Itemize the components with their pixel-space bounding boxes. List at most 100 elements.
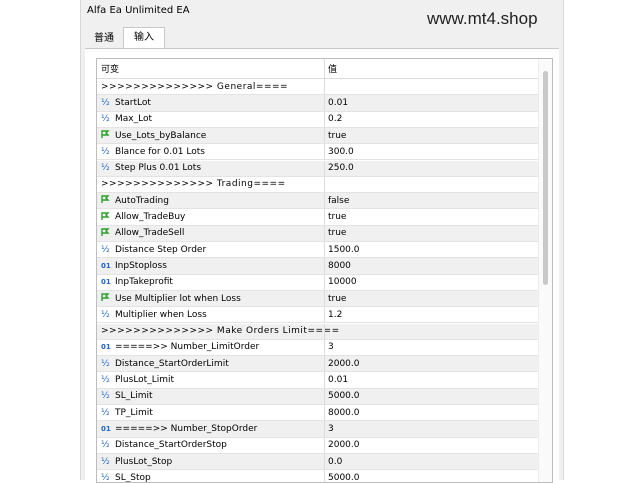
parameter-value-cell[interactable]: 300.0 (324, 144, 538, 160)
parameter-value-cell[interactable]: 0.2 (324, 111, 538, 127)
watermark-text: www.mt4.shop (427, 9, 538, 28)
parameter-row[interactable]: 01 =====>> Number_LimitOrder 3 (97, 339, 552, 357)
double-type-icon: ½ (101, 358, 110, 369)
parameter-name: Allow_TradeSell (115, 228, 185, 239)
double-type-icon: ½ (101, 309, 110, 320)
parameter-name-cell: ½ TP_Limit (101, 405, 321, 420)
parameter-name-cell: ½ SL_Limit (101, 389, 321, 404)
double-type-icon: ½ (101, 163, 110, 174)
parameter-name: Distance_StartOrderStop (115, 440, 227, 451)
parameter-row[interactable]: 01 =====>> Number_StopOrder 3 (97, 421, 552, 438)
parameter-value-cell[interactable]: true (324, 127, 538, 144)
parameter-row[interactable]: ½ TP_Limit 8000.0 (97, 405, 552, 422)
parameter-name: SL_Stop (115, 472, 151, 483)
parameter-value-cell[interactable] (324, 323, 538, 339)
parameter-row[interactable]: AutoTrading false (97, 193, 552, 210)
parameter-value-cell[interactable]: 0.01 (324, 95, 538, 111)
vertical-scrollbar[interactable] (538, 59, 552, 482)
parameter-value-cell[interactable]: false (324, 193, 538, 209)
section-separator-row[interactable]: >>>>>>>>>>>>>> General==== (97, 79, 552, 96)
tab-common[interactable]: 普通 (85, 30, 123, 47)
parameter-row[interactable]: ½ Step Plus 0.01 Lots 250.0 (97, 160, 552, 177)
parameter-value-cell[interactable] (324, 176, 538, 193)
parameter-row[interactable]: Allow_TradeSell true (97, 225, 552, 242)
parameter-name-cell: 01 InpStoploss (101, 258, 321, 273)
parameter-value-cell[interactable]: true (324, 290, 538, 307)
parameter-value-cell[interactable]: 1.2 (324, 307, 538, 323)
parameter-value-cell[interactable]: 8000 (324, 258, 538, 274)
parameter-name-cell: 01 InpTakeprofit (101, 275, 321, 290)
parameter-name: Use_Lots_byBalance (115, 130, 207, 141)
parameter-value-cell[interactable]: 8000.0 (324, 405, 538, 421)
parameter-name: Max_Lot (115, 114, 152, 125)
parameter-row[interactable]: 01 InpTakeprofit 10000 (97, 274, 552, 291)
section-separator-row[interactable]: >>>>>>>>>>>>>> Make Orders Limit==== (97, 323, 552, 340)
column-header-variable[interactable]: 可变 (101, 59, 321, 78)
parameter-value-cell[interactable]: 0.0 (324, 453, 538, 470)
parameter-row[interactable]: ½ SL_Stop 5000.0 (97, 470, 552, 483)
parameter-name-cell: Allow_TradeBuy (101, 209, 321, 224)
parameter-value-cell[interactable]: 5000.0 (324, 388, 538, 404)
section-separator-row[interactable]: >>>>>>>>>>>>>> Trading==== (97, 176, 552, 194)
parameter-name: =====>> Number_LimitOrder (115, 342, 260, 353)
parameter-value-cell[interactable]: 250.0 (324, 160, 538, 176)
bool-flag-icon (101, 211, 114, 223)
parameter-name: Allow_TradeBuy (115, 212, 186, 223)
parameter-name-cell: ½ Blance for 0.01 Lots (101, 144, 321, 159)
double-type-icon: ½ (101, 146, 110, 157)
parameter-value-cell[interactable]: 2000.0 (324, 437, 538, 453)
parameter-name-cell: ½ Distance_StartOrderLimit (101, 356, 321, 371)
column-header-value[interactable]: 值 (324, 59, 538, 78)
double-type-icon: ½ (101, 375, 110, 386)
bool-flag-icon (101, 130, 114, 141)
double-type-icon: ½ (101, 407, 110, 418)
parameter-row[interactable]: 01 InpStoploss 8000 (97, 258, 552, 275)
parameter-value-cell[interactable]: 5000.0 (324, 470, 538, 482)
parameter-name: AutoTrading (115, 195, 169, 206)
parameter-name: Blance for 0.01 Lots (115, 146, 205, 157)
parameter-row[interactable]: ½ PlusLot_Stop 0.0 (97, 453, 552, 471)
parameter-value-cell[interactable]: true (324, 209, 538, 225)
parameter-row[interactable]: ½ PlusLot_Limit 0.01 (97, 372, 552, 389)
parameter-name-cell: >>>>>>>>>>>>>> General==== (101, 79, 321, 94)
inputs-grid: 可变 值 >>>>>>>>>>>>>> General==== ½ StartLot… (96, 58, 553, 483)
integer-type-icon: 01 (101, 278, 111, 287)
parameter-row[interactable]: ½ Blance for 0.01 Lots 300.0 (97, 144, 552, 161)
parameter-name: Step Plus 0.01 Lots (115, 163, 202, 174)
parameter-row[interactable]: ½ Max_Lot 0.2 (97, 111, 552, 128)
parameter-name: Multiplier when Loss (115, 309, 207, 320)
integer-type-icon: 01 (101, 424, 111, 433)
parameter-value-cell[interactable]: 3 (324, 339, 538, 356)
parameter-row[interactable]: ½ SL_Limit 5000.0 (97, 388, 552, 405)
parameter-row[interactable]: ½ Multiplier when Loss 1.2 (97, 307, 552, 324)
parameter-row[interactable]: ½ Distance_StartOrderLimit 2000.0 (97, 356, 552, 373)
parameter-value-cell[interactable]: true (324, 225, 538, 241)
parameter-name: PlusLot_Limit (115, 375, 175, 386)
tab-inputs[interactable]: 输入 (123, 27, 165, 49)
parameter-value-cell[interactable]: 0.01 (324, 372, 538, 388)
inputs-panel: 可变 值 >>>>>>>>>>>>>> General==== ½ StartLot… (85, 48, 559, 483)
bool-flag-icon (101, 228, 114, 239)
parameter-row[interactable]: Allow_TradeBuy true (97, 209, 552, 226)
parameter-row[interactable]: Use Multiplier lot when Loss true (97, 290, 552, 308)
parameter-name-cell: ½ Multiplier when Loss (101, 307, 321, 322)
bool-flag-icon (101, 195, 114, 206)
parameter-value-cell[interactable]: 10000 (324, 274, 538, 290)
parameter-name-cell: ½ StartLot (101, 95, 321, 110)
parameter-value-cell[interactable] (324, 79, 538, 95)
parameter-name: InpStoploss (115, 260, 167, 271)
parameter-row[interactable]: ½ Distance Step Order 1500.0 (97, 242, 552, 259)
parameter-name: Distance_StartOrderLimit (115, 358, 229, 369)
parameter-row[interactable]: Use_Lots_byBalance true (97, 127, 552, 145)
scrollbar-thumb[interactable] (543, 71, 548, 285)
parameter-name: Use Multiplier lot when Loss (115, 293, 241, 304)
properties-dialog: Alfa Ea Unlimited EA 普通 输入 可变 值 >>>>>>>>… (80, 0, 564, 483)
parameter-value-cell[interactable]: 2000.0 (324, 356, 538, 372)
parameter-value-cell[interactable]: 1500.0 (324, 242, 538, 258)
parameter-row[interactable]: ½ Distance_StartOrderStop 2000.0 (97, 437, 552, 454)
parameter-name: Distance Step Order (115, 244, 207, 255)
parameter-name: PlusLot_Stop (115, 456, 173, 467)
double-type-icon: ½ (101, 97, 110, 108)
parameter-row[interactable]: ½ StartLot 0.01 (97, 95, 552, 112)
parameter-value-cell[interactable]: 3 (324, 421, 538, 437)
